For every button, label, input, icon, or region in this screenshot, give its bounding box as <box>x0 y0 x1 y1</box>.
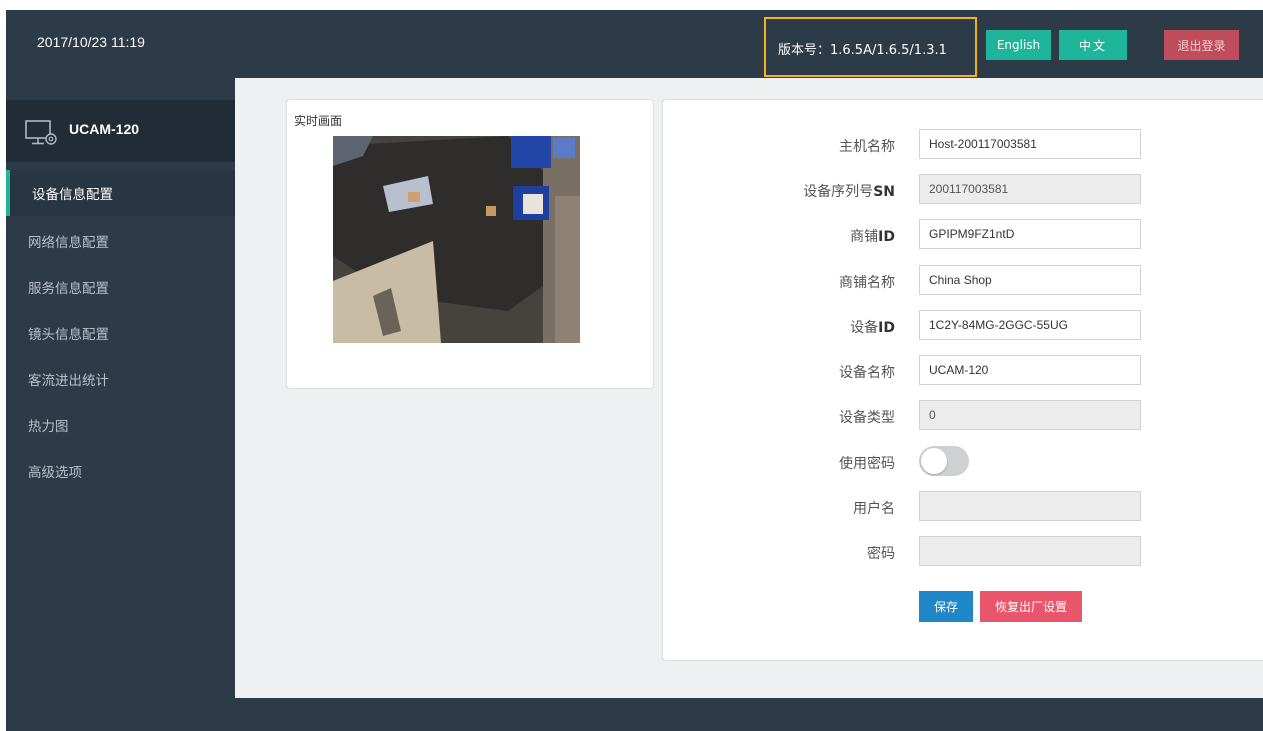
bottom-bar <box>235 698 1263 731</box>
factory-reset-button[interactable]: 恢复出厂设置 <box>980 591 1082 622</box>
username-field <box>919 491 1141 521</box>
form-row-device-type: 设备类型 <box>663 400 1263 432</box>
sidebar-item-device-config[interactable]: 设备信息配置 <box>6 170 235 216</box>
sidebar-item-lens-config[interactable]: 镜头信息配置 <box>6 310 235 356</box>
sidebar: UCAM-120 设备信息配置 网络信息配置 服务信息配置 镜头信息配置 客流进… <box>6 78 235 731</box>
device-id-field[interactable] <box>919 310 1141 340</box>
monitor-settings-icon <box>25 120 57 145</box>
sn-label-cn: 设备序列号 <box>803 184 874 200</box>
sn-field <box>919 174 1141 204</box>
device-type-field <box>919 400 1141 430</box>
shop-id-label: 商铺ID <box>850 226 895 246</box>
logout-button[interactable]: 退出登录 <box>1164 30 1239 60</box>
password-field <box>919 536 1141 566</box>
shop-id-field[interactable] <box>919 219 1141 249</box>
sidebar-device-name: UCAM-120 <box>69 121 140 137</box>
form-row-username: 用户名 <box>663 491 1263 523</box>
save-button[interactable]: 保存 <box>919 591 973 622</box>
language-english-button[interactable]: English <box>986 30 1051 60</box>
username-label: 用户名 <box>853 501 895 517</box>
form-row-use-password: 使用密码 <box>663 446 1263 478</box>
device-id-label: 设备ID <box>850 317 895 337</box>
form-row-sn: 设备序列号SN <box>663 174 1263 206</box>
password-label: 密码 <box>867 546 895 562</box>
shop-name-label: 商铺名称 <box>839 275 895 291</box>
version-highlight-box: 版本号：1.6.5A/1.6.5/1.3.1 <box>764 17 977 77</box>
sidebar-item-service-config[interactable]: 服务信息配置 <box>6 264 235 310</box>
camera-frame-image <box>333 136 580 343</box>
use-password-toggle[interactable] <box>919 446 969 476</box>
host-name-label: 主机名称 <box>839 139 895 155</box>
device-name-field[interactable] <box>919 355 1141 385</box>
form-row-shop-name: 商铺名称 <box>663 265 1263 297</box>
form-row-host-name: 主机名称 <box>663 129 1263 161</box>
shop-id-label-en: ID <box>878 229 895 245</box>
shop-id-label-cn: 商铺 <box>850 229 879 245</box>
sidebar-device-header: UCAM-120 <box>6 100 235 162</box>
form-row-shop-id: 商铺ID <box>663 219 1263 251</box>
app-frame: 2017/10/23 11:19 版本号：1.6.5A/1.6.5/1.3.1 … <box>6 10 1263 731</box>
form-row-password: 密码 <box>663 536 1263 568</box>
device-id-label-en: ID <box>878 320 895 336</box>
top-bar: 2017/10/23 11:19 版本号：1.6.5A/1.6.5/1.3.1 … <box>6 10 1263 78</box>
device-name-label: 设备名称 <box>839 365 895 381</box>
toggle-knob <box>921 448 947 474</box>
live-preview-title: 实时画面 <box>294 114 343 128</box>
sidebar-item-traffic-stats[interactable]: 客流进出统计 <box>6 356 235 402</box>
host-name-field[interactable] <box>919 129 1141 159</box>
datetime-display: 2017/10/23 11:19 <box>37 34 145 50</box>
device-type-label: 设备类型 <box>839 410 895 426</box>
sn-label: 设备序列号SN <box>803 181 895 201</box>
main-content: 实时画面 主机名称 Host-200117003581 设备序列号SN 2001… <box>235 78 1263 698</box>
live-video-feed <box>333 136 580 343</box>
use-password-label: 使用密码 <box>839 456 895 472</box>
form-row-device-id: 设备ID <box>663 310 1263 342</box>
device-id-label-cn: 设备 <box>850 320 879 336</box>
device-info-form: 主机名称 设备序列号SN 商铺ID 商铺名称 设备ID 设备名称 <box>662 99 1263 661</box>
sidebar-item-heatmap[interactable]: 热力图 <box>6 402 235 448</box>
shop-name-field[interactable] <box>919 265 1141 295</box>
live-preview-card: 实时画面 <box>286 99 654 389</box>
sidebar-item-network-config[interactable]: 网络信息配置 <box>6 218 235 264</box>
language-chinese-button[interactable]: 中文 <box>1059 30 1127 60</box>
version-label: 版本号：1.6.5A/1.6.5/1.3.1 <box>778 43 947 58</box>
sidebar-item-advanced[interactable]: 高级选项 <box>6 448 235 494</box>
form-row-device-name: 设备名称 <box>663 355 1263 387</box>
sn-label-en: SN <box>873 184 895 200</box>
